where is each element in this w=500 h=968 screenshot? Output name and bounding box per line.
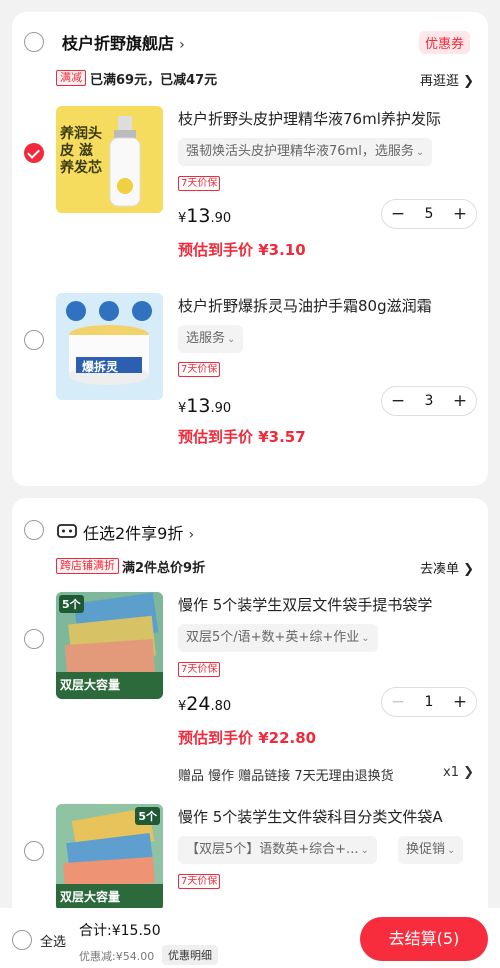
increase-button[interactable]: + (452, 688, 468, 716)
store-select-radio[interactable] (24, 32, 44, 52)
price-integer: 13 (186, 205, 211, 227)
product-title[interactable]: 慢作 5个装学生双层文件袋手提书袋学 (178, 594, 478, 615)
chevron-right-icon: › (188, 527, 195, 543)
thumb-text: 养润头皮 滋养发芯 (60, 126, 102, 176)
sku-text: 【双层5个】语数英+综合+... (186, 842, 359, 857)
chevron-down-icon: ⌄ (227, 334, 236, 345)
price-decimal: .90 (210, 211, 232, 226)
cream-jar-icon (56, 293, 163, 400)
promo-text: 满2件总价9折 (122, 561, 206, 576)
increase-button[interactable]: + (452, 387, 468, 415)
coupon-button[interactable]: 优惠券 (419, 31, 471, 54)
gift-quantity[interactable]: x1 ❯ (443, 765, 474, 780)
thumb-text: 爆拆灵 (82, 360, 119, 374)
quantity-stepper: − 1 + (381, 687, 477, 717)
price-protect-badge: 7天价保 (178, 362, 221, 377)
decrease-button[interactable]: − (390, 200, 406, 228)
quantity-stepper: − 5 + (381, 199, 477, 229)
thumb-badge: 5个 (135, 807, 160, 825)
sku-text: 双层5个/语+数+英+综+作业 (186, 630, 360, 645)
price-decimal: .80 (210, 699, 232, 714)
product-image[interactable]: 5个 双层大容量 (56, 804, 163, 911)
thumb-text: 双层大容量 (60, 678, 121, 692)
promo-group-title: 任选2件享9折 (83, 524, 184, 543)
price: ¥24.80 (178, 693, 231, 715)
estimated-price: 预估到手价 ¥3.10 (178, 241, 306, 259)
discount-amount: 优惠减:¥54.00 (79, 950, 155, 963)
price-protect-badge: 7天价保 (178, 176, 221, 191)
product-image[interactable]: 爆拆灵 (56, 293, 163, 400)
price-integer: 24 (186, 693, 211, 715)
promo-switch-text: 换促销 (406, 842, 446, 857)
store-name: 枝户折野旗舰店 (62, 34, 175, 53)
price: ¥13.90 (178, 205, 231, 227)
decrease-button[interactable]: − (390, 387, 406, 415)
product-title[interactable]: 枝户折野爆拆灵马油护手霜80g滋润霜 (178, 295, 478, 316)
total-price: 合计:¥15.50 (79, 923, 161, 939)
promo-text: 已满69元，已减47元 (90, 73, 218, 88)
increase-button[interactable]: + (452, 200, 468, 228)
quantity-value[interactable]: 1 (425, 694, 434, 710)
estimated-price: 预估到手价 ¥3.57 (178, 428, 306, 446)
promo-link[interactable]: 去凑单 ❯ (420, 558, 474, 577)
promo-group-link[interactable]: 任选2件享9折 › (83, 520, 194, 544)
item-select-radio[interactable] (24, 143, 44, 163)
select-all-radio[interactable] (12, 930, 32, 950)
quantity-value[interactable]: 3 (425, 393, 434, 409)
store-select-radio[interactable] (24, 520, 44, 540)
sku-selector[interactable]: 选服务 ⌄ (178, 325, 244, 353)
item-select-radio[interactable] (24, 629, 44, 649)
shop-bag-icon (57, 524, 77, 538)
gift-info[interactable]: 赠品 慢作 赠品链接 7天无理由退换货 (178, 765, 394, 784)
estimated-price: 预估到手价 ¥22.80 (178, 729, 317, 747)
sku-text: 强韧焕活头皮护理精华液76ml，选服务 (186, 144, 414, 159)
promo-tag: 跨店铺满折 (56, 558, 119, 574)
item-select-radio[interactable] (24, 841, 44, 861)
price-protect-badge: 7天价保 (178, 874, 221, 889)
select-all-label[interactable]: 全选 (40, 931, 66, 950)
promo-tag: 满减 (56, 70, 86, 86)
checkout-bar: 全选 合计:¥15.50 优惠减:¥54.00 优惠明细 去结算(5) (0, 908, 500, 968)
sku-selector[interactable]: 双层5个/语+数+英+综+作业 ⌄ (178, 624, 378, 652)
store-card-1: 枝户折野旗舰店 › 优惠券 满减 已满69元，已减47元 再逛逛 ❯ 养润头皮 … (12, 12, 488, 486)
thumb-badge: 5个 (59, 595, 84, 613)
product-image[interactable]: 养润头皮 滋养发芯 (56, 106, 163, 213)
price-decimal: .90 (210, 401, 232, 416)
item-select-radio[interactable] (24, 330, 44, 350)
quantity-value[interactable]: 5 (425, 206, 434, 222)
price-integer: 13 (186, 395, 211, 417)
price: ¥13.90 (178, 395, 231, 417)
promo-link[interactable]: 再逛逛 ❯ (420, 70, 474, 89)
sku-selector[interactable]: 【双层5个】语数英+综合+... ⌄ (178, 836, 377, 864)
quantity-stepper: − 3 + (381, 386, 477, 416)
sku-selector[interactable]: 强韧焕活头皮护理精华液76ml，选服务 ⌄ (178, 138, 433, 166)
chevron-down-icon: ⌄ (447, 845, 456, 856)
chevron-down-icon: ⌄ (415, 147, 425, 158)
product-image[interactable]: 5个 双层大容量 (56, 592, 163, 699)
discount-detail-button[interactable]: 优惠明细 (162, 945, 218, 965)
thumb-text: 双层大容量 (60, 890, 121, 904)
store-card-2: 任选2件享9折 › 跨店铺满折 满2件总价9折 去凑单 ❯ 5个 双层大容量 慢… (12, 498, 488, 968)
price-protect-badge: 7天价保 (178, 662, 221, 677)
checkout-button[interactable]: 去结算(5) (360, 917, 488, 961)
chevron-down-icon: ⌄ (360, 845, 369, 856)
product-title[interactable]: 枝户折野头皮护理精华液76ml养护发际 (178, 108, 478, 129)
sku-text: 选服务 (186, 331, 226, 346)
store-name-link[interactable]: 枝户折野旗舰店 › (62, 30, 185, 54)
chevron-down-icon: ⌄ (361, 633, 370, 644)
product-title[interactable]: 慢作 5个装学生文件袋科目分类文件袋A (178, 806, 478, 827)
decrease-button[interactable]: − (390, 688, 406, 716)
chevron-right-icon: › (179, 37, 185, 53)
promo-switch-selector[interactable]: 换促销 ⌄ (398, 836, 464, 864)
